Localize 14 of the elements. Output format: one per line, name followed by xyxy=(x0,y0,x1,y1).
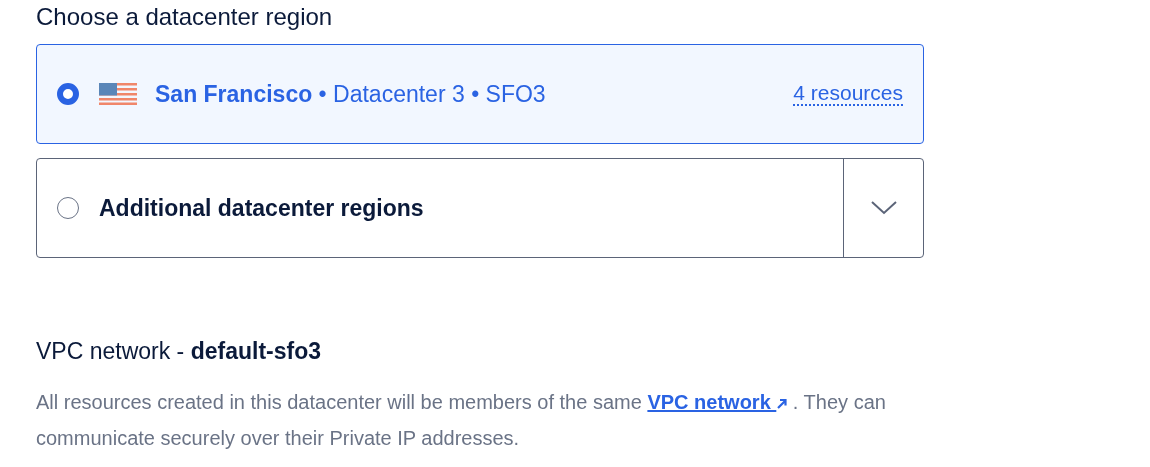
region-name: San Francisco • Datacenter 3 • SFO3 xyxy=(155,80,547,108)
arrow-icon xyxy=(776,398,788,409)
vpc-title: VPC network - default-sfo3 xyxy=(36,338,322,364)
flag-icon xyxy=(99,83,137,105)
vpc-description: All resources created in this datacenter will be members of the same VPC network . They can communicate securely over their Private IP addresses. xyxy=(36,390,887,451)
section-heading: Choose a datacenter region xyxy=(36,4,334,30)
region-option[interactable]: San Francisco • Datacenter 3 • SFO3 4 resources xyxy=(36,44,924,144)
region-option[interactable]: Additional datacenter regions xyxy=(36,158,924,258)
vpc-network-link[interactable]: VPC network xyxy=(647,391,788,413)
option-label: Additional datacenter regions xyxy=(99,194,425,222)
radio-button[interactable] xyxy=(57,83,79,105)
resources-link[interactable]: 4 resources xyxy=(793,82,903,106)
radio-button[interactable] xyxy=(57,197,79,219)
chevron-down-icon xyxy=(870,201,897,215)
